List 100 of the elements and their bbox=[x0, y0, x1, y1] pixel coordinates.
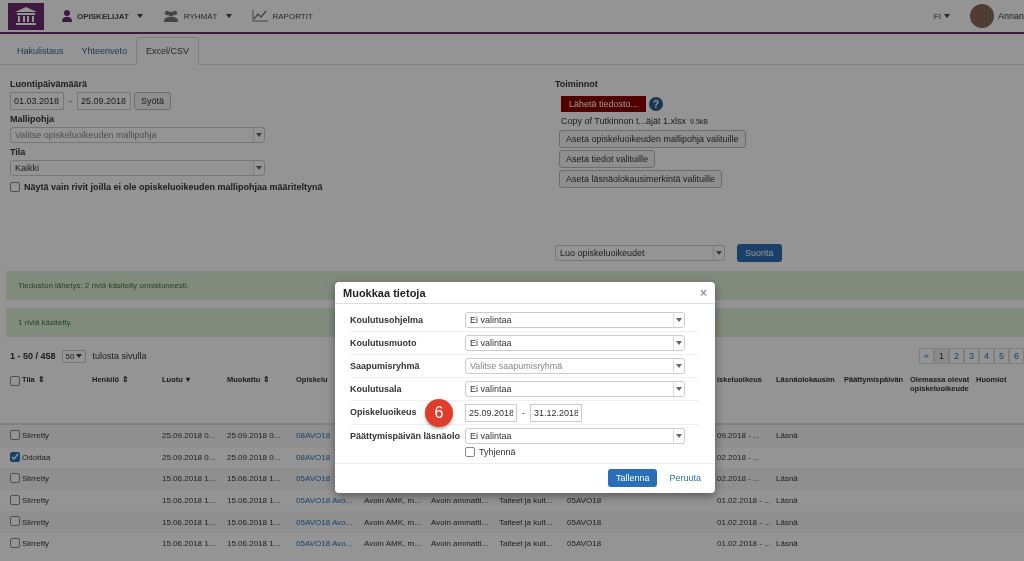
avatar-icon[interactable] bbox=[969, 4, 994, 28]
select-field[interactable]: Valitse saapumisryhmä bbox=[465, 358, 685, 374]
close-button[interactable]: × bbox=[700, 286, 707, 300]
row-checkbox[interactable] bbox=[10, 451, 20, 462]
table-cell: 05AVO18 bbox=[567, 496, 602, 506]
table-cell: 15.06.2018 1... bbox=[162, 474, 216, 484]
table-cell: 15.06.2018 1... bbox=[162, 539, 216, 549]
select-all-checkbox[interactable] bbox=[10, 376, 20, 386]
run-button[interactable]: Suorita bbox=[737, 244, 782, 262]
file-name: Copy of Tutkinnon t...äjät 1.xlsx bbox=[561, 116, 687, 126]
table-cell: 25.09.2018 0... bbox=[227, 452, 281, 462]
table-cell: Avoin AMK, m... bbox=[364, 496, 421, 506]
select-field[interactable]: Ei valintaa bbox=[465, 428, 685, 444]
sort-icon[interactable]: ⇕ bbox=[122, 375, 130, 384]
page-link[interactable]: 5 bbox=[993, 348, 1009, 364]
table-cell: Siirretty bbox=[22, 496, 50, 506]
help-icon[interactable]: ? bbox=[649, 97, 664, 111]
checkbox-label: Näytä vain rivit joilla ei ole opiskeluoikeuden mallipohjaa määriteltynä bbox=[24, 182, 323, 192]
cancel-link[interactable]: Peruuta bbox=[669, 473, 701, 483]
field-label: Koulutusala bbox=[350, 384, 402, 394]
table-cell: 15.06.2018 1... bbox=[227, 517, 281, 527]
sort-icon[interactable]: ▾ bbox=[185, 375, 190, 384]
date-to-field[interactable]: 31.12.2018 bbox=[530, 404, 582, 422]
table-cell: Avoin AMK, m... bbox=[364, 517, 421, 527]
row-checkbox[interactable] bbox=[10, 473, 20, 483]
save-button[interactable]: Tallenna bbox=[607, 469, 658, 487]
caret-icon bbox=[256, 166, 262, 170]
nav-menu-item[interactable]: RAPORTIT bbox=[251, 10, 313, 22]
table-cell[interactable]: 05AVO18 bbox=[296, 474, 331, 484]
table-cell: Läsnä bbox=[776, 474, 798, 484]
operation-select[interactable]: Luo opiskeluoikeudet bbox=[555, 245, 725, 261]
date-to-field[interactable]: 25.09.2018 bbox=[77, 92, 131, 110]
table-cell: Läsnä bbox=[776, 496, 798, 506]
select-field[interactable]: Ei valintaa bbox=[465, 335, 685, 351]
field-label: Saapumisryhmä bbox=[350, 361, 420, 371]
apply-button[interactable]: Syötä bbox=[134, 92, 171, 110]
table-cell: Siirretty bbox=[22, 474, 50, 484]
nav-menu-item[interactable]: OPISKELIJAT bbox=[62, 10, 143, 22]
table-cell[interactable]: 08AVO18 bbox=[296, 452, 331, 462]
caret-icon bbox=[676, 364, 682, 368]
select-field[interactable]: Ei valintaa bbox=[465, 312, 685, 328]
table-cell: Taiteet ja kult... bbox=[499, 496, 553, 506]
date-separator: - bbox=[69, 96, 72, 106]
upload-button[interactable]: Lähetä tiedosto... bbox=[561, 96, 647, 112]
sort-icon[interactable]: ⇕ bbox=[37, 375, 45, 384]
page-size-select[interactable]: 50 bbox=[61, 349, 87, 363]
page-link[interactable]: 2 bbox=[948, 348, 964, 364]
row-checkbox[interactable] bbox=[10, 429, 20, 440]
template-select[interactable]: Valitse opiskeluoikeuden mallipohja bbox=[10, 127, 265, 143]
logo-icon[interactable] bbox=[8, 2, 44, 30]
select-field[interactable]: Ei valintaa bbox=[465, 381, 685, 397]
table-cell: Odottaa bbox=[22, 452, 51, 462]
line-chart-icon bbox=[251, 10, 268, 22]
page-link[interactable]: 6 bbox=[1009, 348, 1024, 364]
table-cell: 01.02.2018 - ... bbox=[717, 496, 771, 506]
checkbox[interactable] bbox=[465, 447, 475, 457]
table-cell: 02.2018 - ... bbox=[717, 452, 760, 462]
table-cell: Avoin ammatti... bbox=[431, 539, 489, 549]
tab[interactable]: Yhteenveto bbox=[72, 38, 137, 64]
person-icon bbox=[62, 10, 72, 22]
date-from-field[interactable]: 25.09.2018 bbox=[465, 404, 517, 422]
row-checkbox[interactable] bbox=[10, 537, 20, 548]
page-link[interactable]: 3 bbox=[963, 348, 979, 364]
page-link[interactable]: « bbox=[918, 348, 934, 364]
sort-icon[interactable]: ⇕ bbox=[263, 375, 271, 384]
user-name[interactable]: Annan bbox=[997, 11, 1024, 21]
table-cell: 05AVO18 bbox=[567, 517, 602, 527]
nav-menu-item[interactable]: RYHMÄT bbox=[162, 10, 232, 22]
row-checkbox[interactable] bbox=[10, 516, 20, 527]
caret-icon bbox=[676, 434, 682, 438]
table-cell: Avoin ammatti... bbox=[431, 517, 489, 527]
page-link[interactable]: 4 bbox=[978, 348, 994, 364]
action-button[interactable]: Aseta läsnäolokausimerkintä valituille bbox=[559, 170, 723, 188]
step-badge: 6 bbox=[425, 399, 453, 427]
table-cell: Siirretty bbox=[22, 539, 50, 549]
table-cell: 09.2018 - ... bbox=[717, 431, 760, 441]
table-cell: 25.09.2018 0... bbox=[162, 431, 216, 441]
action-button[interactable]: Aseta tiedot valituille bbox=[559, 150, 656, 168]
table-cell: 15.06.2018 1... bbox=[162, 517, 216, 527]
table-cell: 15.06.2018 1... bbox=[227, 496, 281, 506]
tab[interactable]: Hakulistaus bbox=[8, 38, 73, 64]
language-dropdown[interactable]: FI bbox=[933, 11, 950, 21]
date-separator: - bbox=[522, 408, 525, 418]
action-button[interactable]: Aseta opiskeluoikeuden mallipohja valituille bbox=[559, 130, 746, 148]
table-cell: 02.2018 - ... bbox=[717, 474, 760, 484]
table-cell[interactable]: 05AVO18 Avo... bbox=[296, 496, 353, 506]
date-from-field[interactable]: 01.03.2018 bbox=[10, 92, 64, 110]
field-label: Koulutusmuoto bbox=[350, 338, 417, 348]
row-checkbox[interactable] bbox=[10, 494, 20, 505]
tab[interactable]: Excel/CSV bbox=[136, 37, 200, 65]
state-select[interactable]: Kaikki bbox=[10, 160, 265, 176]
table-cell[interactable]: 08AVO18 bbox=[296, 431, 331, 441]
table-cell: Siirretty bbox=[22, 431, 50, 441]
table-cell[interactable]: 05AVO18 Avo... bbox=[296, 539, 353, 549]
field-label: Luontipäivämäärä bbox=[10, 79, 89, 89]
table-cell: 05AVO18 bbox=[567, 539, 602, 549]
table-cell[interactable]: 05AVO18 Avo... bbox=[296, 517, 353, 527]
checkbox-label: Tyhjennä bbox=[479, 447, 516, 457]
table-cell: 01.02.2018 - ... bbox=[717, 517, 771, 527]
checkbox[interactable] bbox=[10, 182, 20, 192]
